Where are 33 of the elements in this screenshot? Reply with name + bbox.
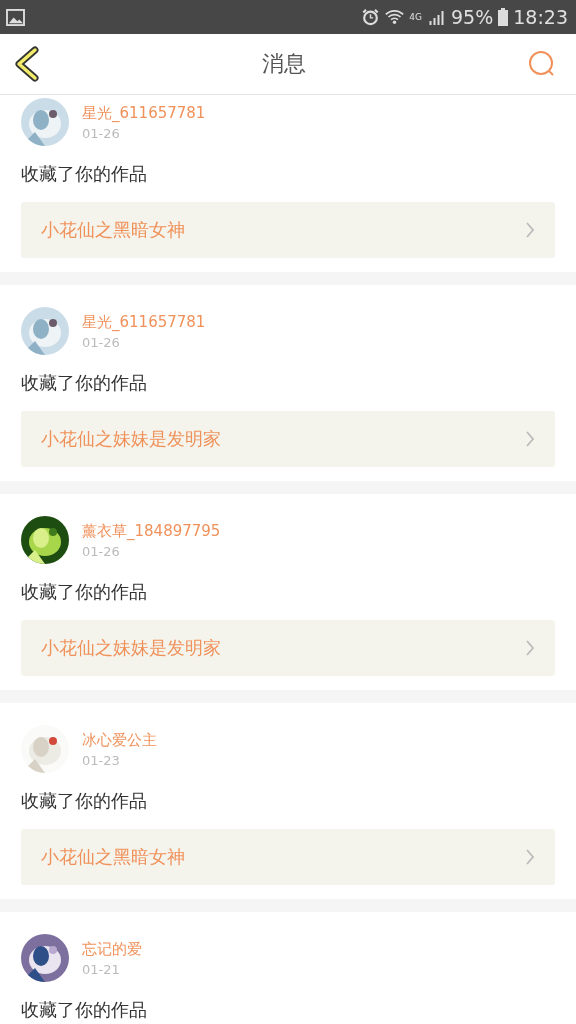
message-text: 收藏了你的作品 bbox=[21, 789, 148, 813]
message-text: 收藏了你的作品 bbox=[21, 162, 148, 186]
message-date: 01-23 bbox=[82, 752, 121, 768]
gallery-icon bbox=[6, 8, 25, 26]
clock: 18:23 bbox=[513, 6, 568, 28]
chevron-icon bbox=[525, 221, 535, 239]
user-name[interactable]: 冰心爱公主 bbox=[82, 730, 157, 750]
work-link[interactable]: 小花仙之妹妹是发明家 bbox=[21, 411, 555, 467]
user-name[interactable]: 忘记的爱 bbox=[82, 939, 142, 959]
message-date: 01-21 bbox=[82, 961, 121, 977]
chevron-icon bbox=[525, 639, 535, 657]
back-icon[interactable] bbox=[14, 46, 40, 82]
chevron-icon bbox=[525, 430, 535, 448]
message-text: 收藏了你的作品 bbox=[21, 580, 148, 604]
work-link[interactable]: 小花仙之妹妹是发明家 bbox=[21, 620, 555, 676]
chevron-icon bbox=[525, 848, 535, 866]
page-title: 消息 bbox=[262, 50, 306, 78]
message-date: 01-26 bbox=[82, 334, 121, 350]
user-name[interactable]: 星光_611657781 bbox=[82, 103, 206, 123]
signal-icon bbox=[427, 8, 446, 26]
work-link[interactable]: 小花仙之黑暗女神 bbox=[21, 202, 555, 258]
battery-percent: 95% bbox=[451, 6, 494, 28]
alarm-icon bbox=[361, 8, 381, 26]
user-name[interactable]: 星光_611657781 bbox=[82, 312, 206, 332]
wifi-icon bbox=[385, 8, 405, 26]
user-name[interactable]: 薰衣草_184897795 bbox=[82, 521, 221, 541]
work-link[interactable]: 小花仙之黑暗女神 bbox=[21, 829, 555, 885]
message-date: 01-26 bbox=[82, 543, 121, 559]
message-text: 收藏了你的作品 bbox=[21, 371, 148, 395]
message-date: 01-26 bbox=[82, 125, 121, 141]
message-text: 收藏了你的作品 bbox=[21, 998, 148, 1022]
battery-icon bbox=[498, 8, 509, 26]
network-label: 4G bbox=[409, 12, 422, 22]
